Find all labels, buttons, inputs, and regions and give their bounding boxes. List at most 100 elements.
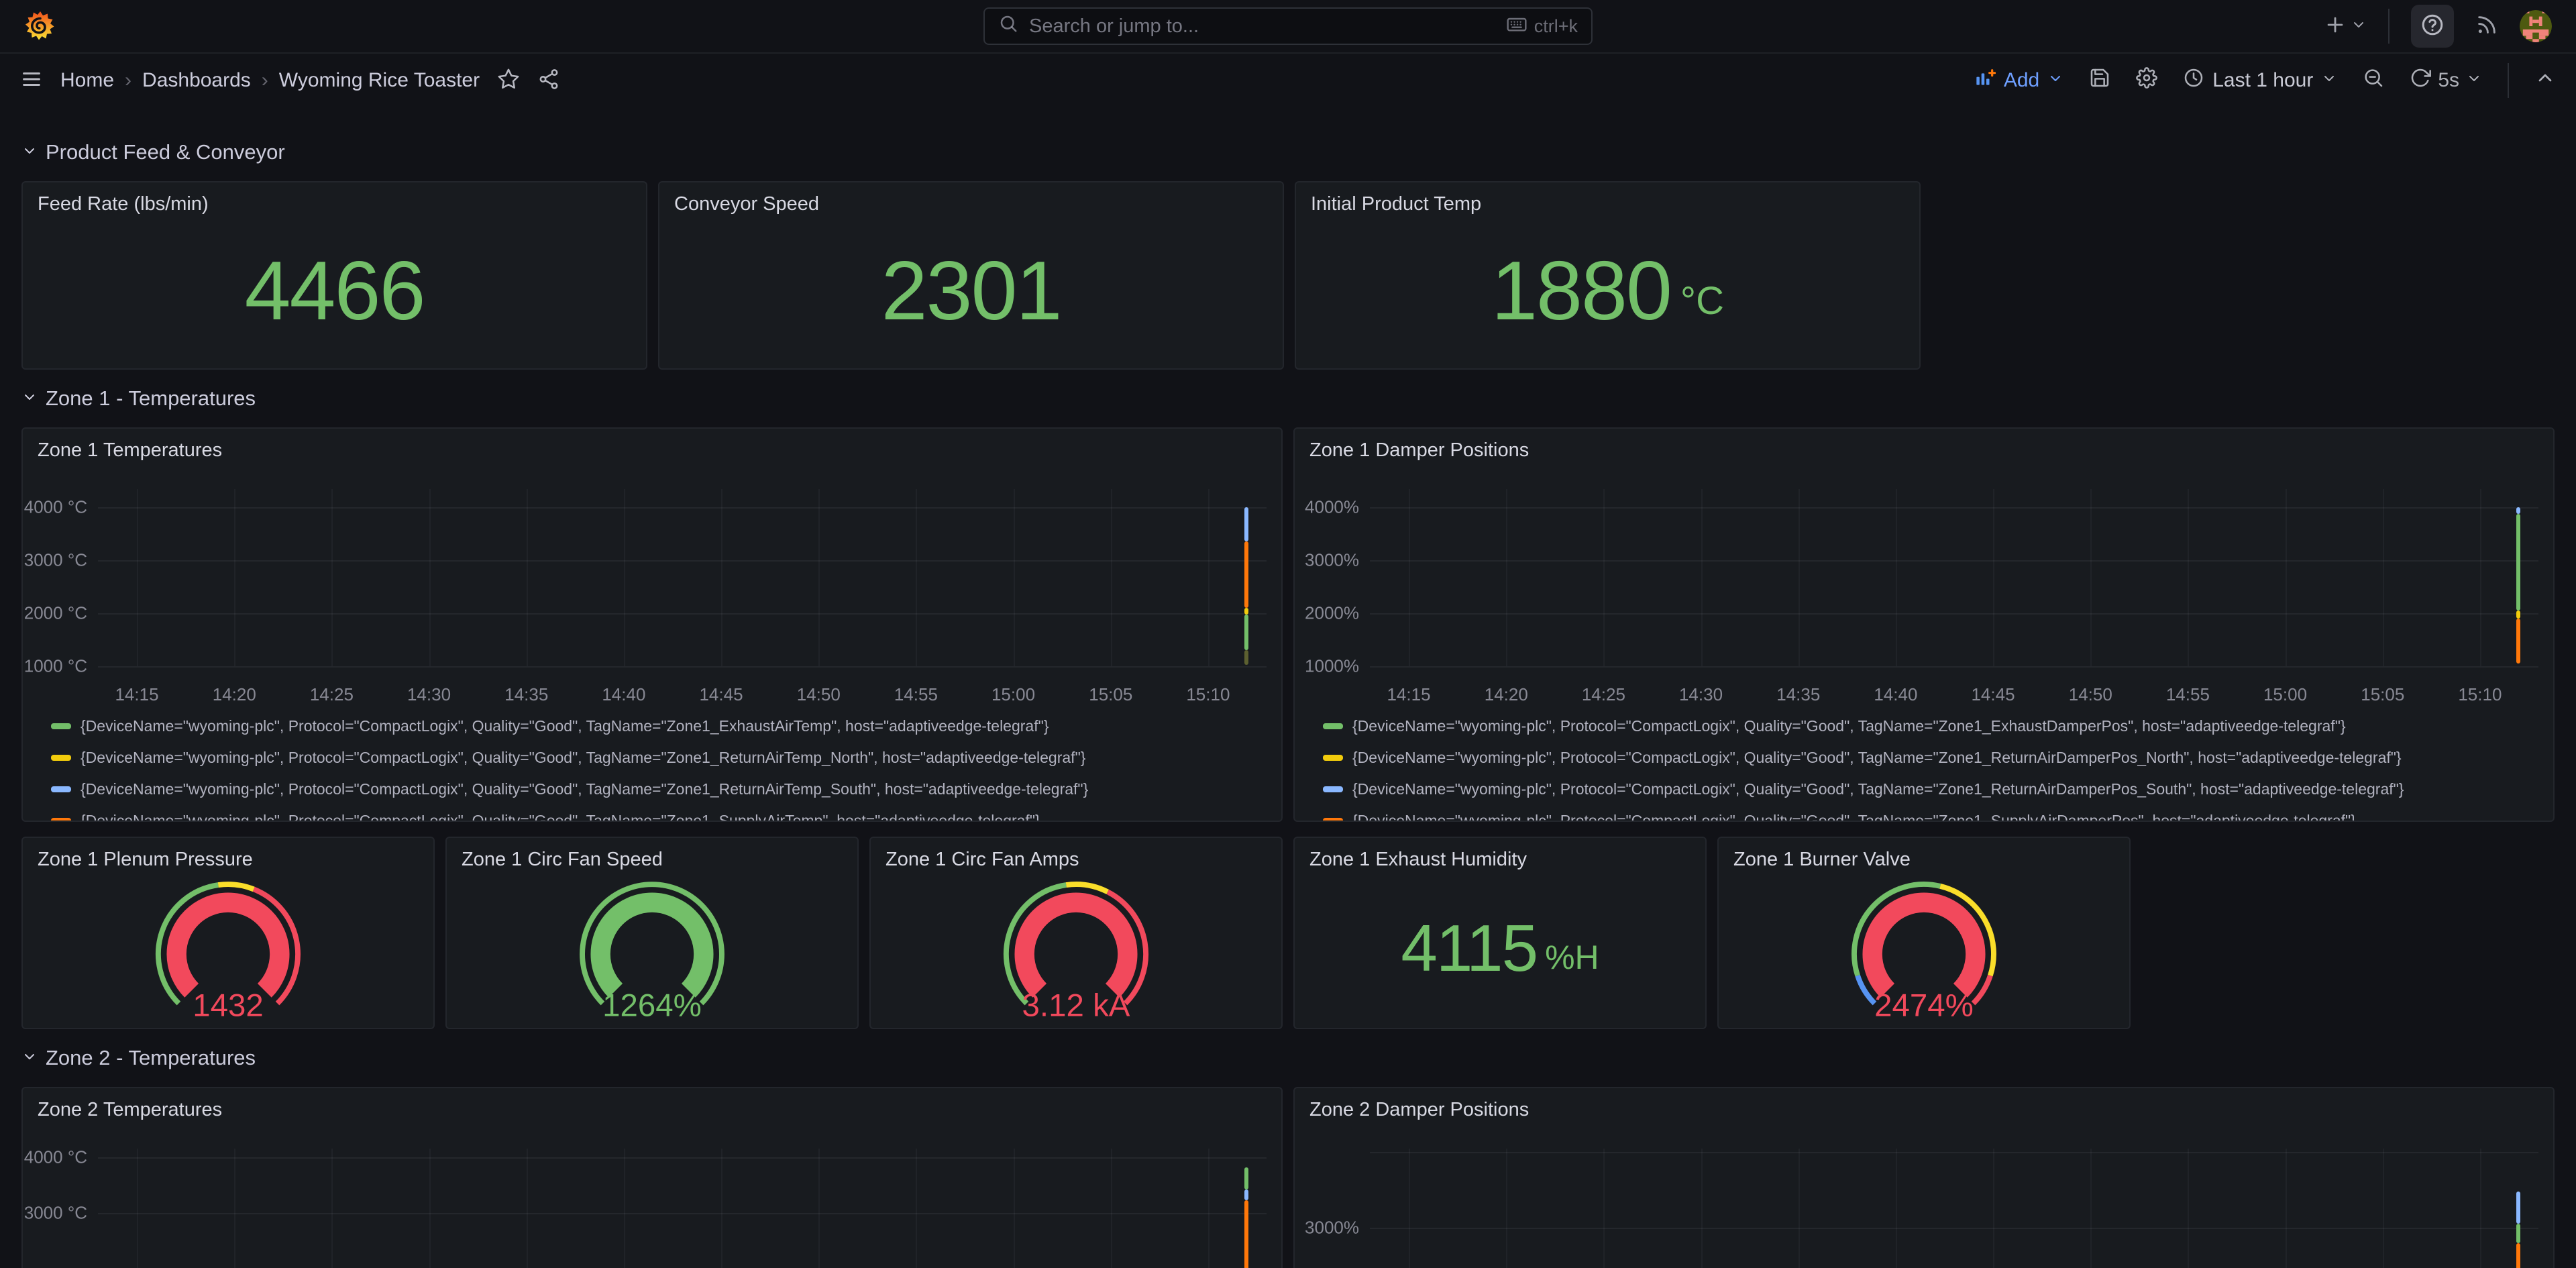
user-avatar[interactable] (2520, 10, 2552, 42)
x-gridline (1993, 1149, 1994, 1268)
y-axis-tick: 4000% (1293, 497, 1359, 518)
refresh-button[interactable] (2410, 67, 2431, 94)
chevron-down-icon (2351, 17, 2367, 36)
panel-title[interactable]: Zone 1 Exhaust Humidity (1309, 849, 1527, 871)
breadcrumb-item-dashboards[interactable]: Dashboards (142, 69, 251, 92)
panel-title[interactable]: Conveyor Speed (674, 193, 819, 215)
zoom-out-time-button[interactable] (2363, 67, 2384, 94)
x-gridline (1409, 489, 1410, 666)
save-dashboard-button[interactable] (2089, 67, 2110, 94)
panel-title[interactable]: Zone 1 Damper Positions (1309, 439, 1529, 462)
x-gridline (1799, 1149, 1800, 1268)
kiosk-mode-button[interactable] (2534, 67, 2556, 94)
save-icon (2089, 67, 2110, 94)
x-gridline (916, 1149, 917, 1268)
legend-row[interactable]: {DeviceName="wyoming-plc", Protocol="Com… (51, 742, 1273, 774)
new-button[interactable] (2324, 13, 2367, 40)
breadcrumb-item-home[interactable]: Home (60, 69, 114, 92)
legend-row[interactable]: {DeviceName="wyoming-plc", Protocol="Com… (51, 805, 1273, 822)
panel-title[interactable]: Zone 1 Temperatures (38, 439, 222, 462)
panel-title[interactable]: Zone 1 Circ Fan Amps (885, 849, 1079, 871)
series-spike (1244, 615, 1248, 651)
favorite-button[interactable] (497, 68, 520, 94)
panel-title[interactable]: Zone 1 Burner Valve (1733, 849, 1911, 871)
legend-row[interactable]: {DeviceName="wyoming-plc", Protocol="Com… (51, 774, 1273, 805)
refresh-interval-picker[interactable]: 5s (2438, 69, 2482, 92)
gauge-arc: 2474% (1833, 872, 2015, 1024)
grafana-logo[interactable] (24, 10, 56, 42)
x-axis-tick: 14:25 (310, 684, 354, 705)
search-input[interactable]: Search or jump to... ctrl+k (983, 7, 1593, 45)
add-button[interactable]: Add (1974, 67, 2063, 94)
x-gridline (1993, 489, 1994, 666)
x-gridline (2090, 1149, 2092, 1268)
x-gridline (1208, 489, 1210, 666)
legend-swatch (1323, 818, 1343, 822)
dashboard-canvas: Product Feed & Conveyor Feed Rate (lbs/mi… (0, 107, 2576, 1268)
x-gridline (1799, 489, 1800, 666)
series-spike (2516, 1192, 2520, 1224)
panel-title[interactable]: Zone 1 Plenum Pressure (38, 849, 253, 871)
legend-row[interactable]: {DeviceName="wyoming-plc", Protocol="Com… (1323, 742, 2545, 774)
panel-title[interactable]: Initial Product Temp (1311, 193, 1481, 215)
x-axis-tick: 14:15 (1387, 684, 1430, 705)
series-spike (2516, 514, 2520, 611)
panel-title[interactable]: Feed Rate (lbs/min) (38, 193, 209, 215)
search-shortcut: ctrl+k (1506, 13, 1578, 40)
y-gridline (1370, 507, 2538, 509)
x-gridline (818, 1149, 820, 1268)
gauge-panel: Zone 1 Circ Fan Speed1264% (445, 837, 859, 1029)
legend-row[interactable]: {DeviceName="wyoming-plc", Protocol="Com… (1323, 805, 2545, 822)
menu-button[interactable] (20, 68, 43, 94)
x-gridline (2286, 1149, 2287, 1268)
legend-row[interactable]: {DeviceName="wyoming-plc", Protocol="Com… (1323, 710, 2545, 742)
row-header-zone-2-temperatures[interactable]: Zone 2 - Temperatures (21, 1041, 2555, 1075)
row-header-product-feed-conveyor[interactable]: Product Feed & Conveyor (21, 136, 2555, 169)
stat-value: 2301 (659, 213, 1283, 368)
legend-row[interactable]: {DeviceName="wyoming-plc", Protocol="Com… (51, 710, 1273, 742)
y-gridline (1370, 613, 2538, 615)
x-axis-tick: 14:35 (1776, 684, 1820, 705)
dashboard-settings-button[interactable] (2136, 67, 2157, 94)
x-gridline (2480, 489, 2481, 666)
legend-swatch (1323, 723, 1343, 729)
news-button[interactable] (2475, 13, 2498, 40)
timeseries-panel-zone2-damper-positions: Zone 2 Damper Positions3000% (1293, 1087, 2555, 1268)
legend-label: {DeviceName="wyoming-plc", Protocol="Com… (80, 749, 1085, 767)
legend-swatch (51, 755, 71, 761)
gauge-visual: 1264% (447, 870, 857, 1025)
panel-title[interactable]: Zone 2 Damper Positions (1309, 1099, 1529, 1121)
star-icon (497, 68, 520, 94)
series-spike (2516, 1243, 2520, 1268)
x-axis-tick: 14:30 (1679, 684, 1723, 705)
x-gridline (2383, 489, 2384, 666)
share-button[interactable] (537, 68, 560, 94)
help-button[interactable] (2411, 5, 2454, 48)
legend-swatch (1323, 786, 1343, 792)
gauge-panel: Zone 1 Exhaust Humidity4115%H (1293, 837, 1707, 1029)
x-gridline (1603, 1149, 1605, 1268)
x-axis-tick: 14:35 (504, 684, 548, 705)
time-range-picker[interactable]: Last 1 hour (2183, 67, 2337, 94)
legend-swatch (1323, 755, 1343, 761)
timeseries-panel-zone2-temperatures: Zone 2 Temperatures4000 °C3000 °C (21, 1087, 1283, 1268)
legend-swatch (51, 723, 71, 729)
row-header-zone-1-temperatures[interactable]: Zone 1 - Temperatures (21, 382, 2555, 415)
x-axis-tick: 14:15 (115, 684, 158, 705)
x-axis-tick: 15:10 (2458, 684, 2502, 705)
nav-divider (2388, 9, 2390, 44)
x-axis-tick: 14:55 (894, 684, 938, 705)
gauge-visual: 3.12 kA (871, 870, 1281, 1025)
gauge-visual: 2474% (1719, 870, 2129, 1025)
timeseries-panel-zone1-temperatures: Zone 1 Temperatures4000 °C3000 °C2000 °C… (21, 427, 1283, 822)
x-axis-tick: 14:20 (213, 684, 256, 705)
x-gridline (1896, 489, 1897, 666)
legend-row[interactable]: {DeviceName="wyoming-plc", Protocol="Com… (1323, 774, 2545, 805)
refresh-interval-label: 5s (2438, 69, 2459, 92)
x-gridline (2383, 1149, 2384, 1268)
hamburger-icon (20, 68, 43, 94)
panel-title[interactable]: Zone 1 Circ Fan Speed (462, 849, 663, 871)
panel-title[interactable]: Zone 2 Temperatures (38, 1099, 222, 1121)
gauge-arc: 1264% (561, 872, 743, 1024)
x-axis-tick: 14:55 (2166, 684, 2210, 705)
